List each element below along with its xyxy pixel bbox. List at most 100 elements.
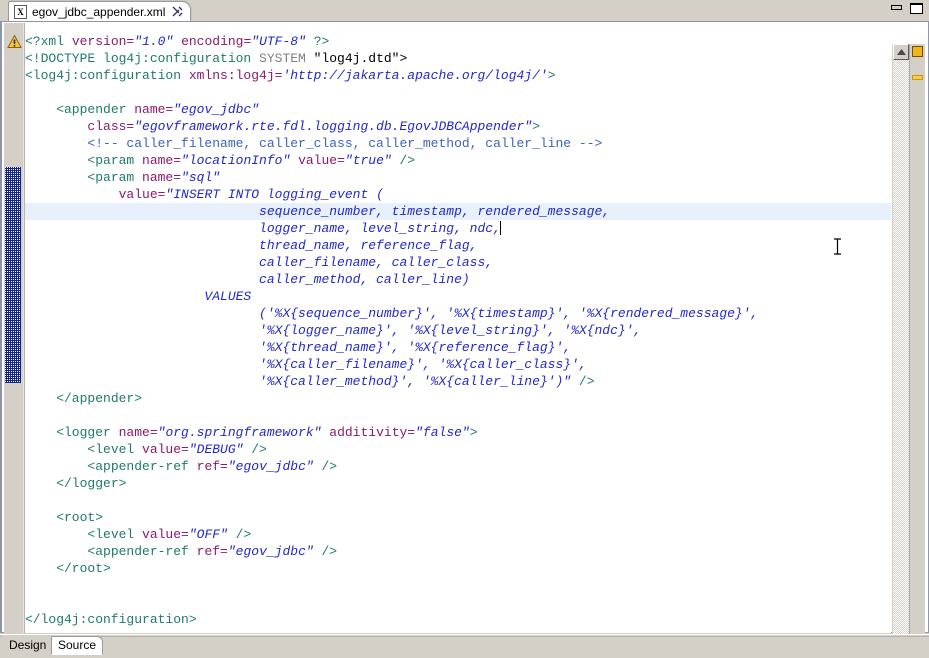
code-line[interactable]: caller_filename, caller_class, xyxy=(25,254,891,271)
code-token-val: ('%X{sequence_number}', '%X{timestamp}',… xyxy=(25,306,758,321)
window-frame: X egov_jdbc_appender.xml xyxy=(0,0,929,658)
code-token-val: '%X{thread_name}', '%X{reference_flag}', xyxy=(25,340,571,355)
code-line[interactable]: <appender-ref ref="egov_jdbc" /> xyxy=(25,543,891,560)
code-token-attr: class= xyxy=(87,119,134,134)
editor-tab-label: egov_jdbc_appender.xml xyxy=(32,5,165,19)
code-token-val: "org.springframework" xyxy=(158,425,322,440)
code-token-val: "egovframework.rte.fdl.logging.db.EgovJD… xyxy=(134,119,532,134)
maximize-icon[interactable] xyxy=(910,3,923,14)
window-controls xyxy=(890,3,923,14)
tab-design-label: Design xyxy=(9,638,46,652)
code-token-val: "sql" xyxy=(181,170,220,185)
xml-file-icon: X xyxy=(14,5,27,19)
code-token-attr: value= xyxy=(119,187,166,202)
code-token-val: '%X{logger_name}', '%X{level_string}', '… xyxy=(25,323,641,338)
code-line[interactable]: <level value="OFF" /> xyxy=(25,526,891,543)
code-line[interactable]: logger_name, level_string, ndc, xyxy=(25,220,891,237)
code-token-tag: </root> xyxy=(25,561,111,576)
code-line[interactable]: <!DOCTYPE log4j:configuration SYSTEM "lo… xyxy=(25,50,891,67)
changed-lines-marker xyxy=(5,167,21,383)
mark-occurrences-toggle-icon[interactable] xyxy=(912,46,923,57)
code-line[interactable]: caller_method, caller_line) xyxy=(25,271,891,288)
code-token-attr: ref= xyxy=(197,544,228,559)
code-line[interactable]: <root> xyxy=(25,509,891,526)
code-line[interactable]: </root> xyxy=(25,560,891,577)
scroll-up-arrow-icon[interactable] xyxy=(893,44,909,60)
code-token-attr: encoding= xyxy=(181,34,251,49)
code-line[interactable]: '%X{caller_filename}', '%X{caller_class}… xyxy=(25,356,891,373)
code-token-plain xyxy=(173,34,181,49)
code-token-val: '%X{caller_filename}', '%X{caller_class}… xyxy=(25,357,587,372)
code-token-attr: value= xyxy=(142,442,189,457)
code-line[interactable]: <?xml version="1.0" encoding="UTF-8" ?> xyxy=(25,33,891,50)
editor-inner-frame: <?xml version="1.0" encoding="UTF-8" ?><… xyxy=(0,21,929,633)
code-line[interactable]: <param name="sql" xyxy=(25,169,891,186)
code-line[interactable]: <!-- caller_filename, caller_class, call… xyxy=(25,135,891,152)
code-line[interactable]: value="INSERT INTO logging_event ( xyxy=(25,186,891,203)
code-line[interactable]: </appender> xyxy=(25,390,891,407)
code-line[interactable] xyxy=(25,594,891,611)
eclipse-xml-editor-window: X egov_jdbc_appender.xml xyxy=(0,0,929,658)
code-line[interactable]: <level value="DEBUG" /> xyxy=(25,441,891,458)
code-token-tag: <appender-ref xyxy=(25,459,197,474)
code-line[interactable]: '%X{caller_method}', '%X{caller_line}')"… xyxy=(25,373,891,390)
editor-tab-egov-jdbc-appender[interactable]: X egov_jdbc_appender.xml xyxy=(8,1,191,21)
code-token-val: thread_name, reference_flag, xyxy=(25,238,477,253)
code-line[interactable]: <appender-ref ref="egov_jdbc" /> xyxy=(25,458,891,475)
tab-source[interactable]: Source xyxy=(51,636,103,655)
code-canvas[interactable]: <?xml version="1.0" encoding="UTF-8" ?><… xyxy=(25,23,891,633)
code-token-tag: <level xyxy=(25,527,142,542)
code-line[interactable]: <appender name="egov_jdbc" xyxy=(25,101,891,118)
close-icon[interactable] xyxy=(172,6,183,17)
code-token-val: caller_filename, caller_class, xyxy=(25,255,493,270)
code-line[interactable]: VALUES xyxy=(25,288,891,305)
tab-source-label: Source xyxy=(58,638,96,652)
code-line[interactable]: <logger name="org.springframework" addit… xyxy=(25,424,891,441)
code-line[interactable] xyxy=(25,492,891,509)
code-line[interactable]: class="egovframework.rte.fdl.logging.db.… xyxy=(25,118,891,135)
overview-warning-marker[interactable] xyxy=(912,75,923,80)
code-line[interactable]: '%X{logger_name}', '%X{level_string}', '… xyxy=(25,322,891,339)
code-token-tag: <root> xyxy=(25,510,103,525)
code-line[interactable]: '%X{thread_name}', '%X{reference_flag}', xyxy=(25,339,891,356)
overview-ruler[interactable] xyxy=(909,44,925,654)
code-line[interactable]: ('%X{sequence_number}', '%X{timestamp}',… xyxy=(25,305,891,322)
code-line[interactable]: <param name="locationInfo" value="true" … xyxy=(25,152,891,169)
code-token-tag: /> xyxy=(243,442,266,457)
code-token-tag: </log4j:configuration> xyxy=(25,612,197,627)
minimize-icon[interactable] xyxy=(890,3,903,14)
code-line[interactable] xyxy=(25,407,891,424)
code-line[interactable]: </log4j:configuration> xyxy=(25,611,891,628)
text-caret xyxy=(500,221,501,235)
code-line[interactable] xyxy=(25,577,891,594)
code-token-tag: ?> xyxy=(314,34,330,49)
code-text[interactable]: <?xml version="1.0" encoding="UTF-8" ?><… xyxy=(25,23,891,628)
code-line[interactable]: </logger> xyxy=(25,475,891,492)
warning-icon[interactable] xyxy=(7,34,22,49)
code-line[interactable]: sequence_number, timestamp, rendered_mes… xyxy=(25,203,891,220)
code-line[interactable]: <log4j:configuration xmlns:log4j='http:/… xyxy=(25,67,891,84)
editor-body: <?xml version="1.0" encoding="UTF-8" ?><… xyxy=(0,21,929,633)
code-line[interactable] xyxy=(25,84,891,101)
code-token-val: logger_name, level_string, ndc, xyxy=(25,221,501,236)
code-token-val: "false" xyxy=(415,425,470,440)
code-token-tag: <appender xyxy=(25,102,134,117)
code-token-attr: name= xyxy=(134,102,173,117)
marker-gutter[interactable] xyxy=(4,23,24,633)
code-token-val: "egov_jdbc" xyxy=(228,544,314,559)
editor-page-tabs: Design Source xyxy=(0,634,929,658)
code-token-val: "1.0" xyxy=(134,34,173,49)
code-token-tag: <level xyxy=(25,442,142,457)
code-token-tag: </logger> xyxy=(25,476,126,491)
code-token-val: "egov_jdbc" xyxy=(228,459,314,474)
code-token-val: caller_method, caller_line) xyxy=(25,272,470,287)
code-token-tag: <?xml xyxy=(25,34,72,49)
code-token-doctype: <!DOCTYPE log4j:configuration xyxy=(25,51,259,66)
code-token-tag: /> xyxy=(228,527,251,542)
code-token-val: "UTF-8" xyxy=(251,34,306,49)
tab-design[interactable]: Design xyxy=(2,636,53,655)
code-line[interactable]: thread_name, reference_flag, xyxy=(25,237,891,254)
code-token-attr: name= xyxy=(142,170,181,185)
vertical-scrollbar[interactable] xyxy=(892,44,909,654)
editor-tab-strip: X egov_jdbc_appender.xml xyxy=(0,0,860,21)
